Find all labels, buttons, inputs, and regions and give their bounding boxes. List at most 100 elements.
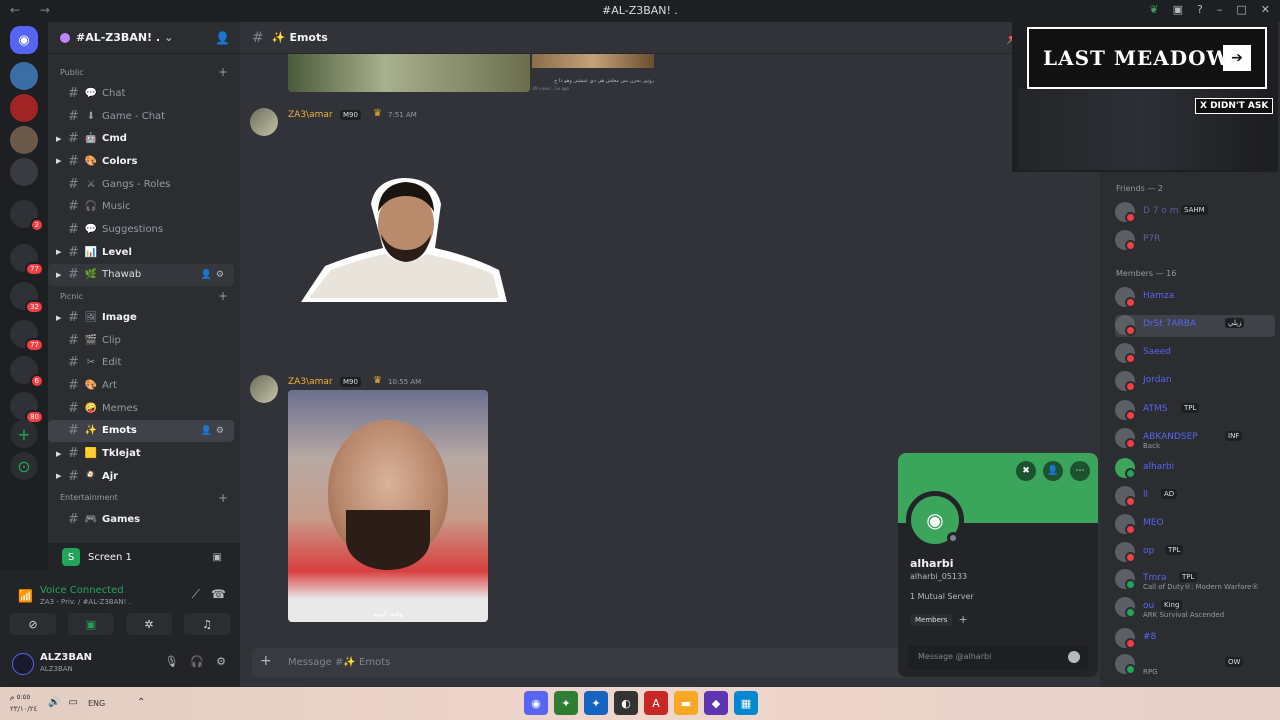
member-item[interactable]: OW RPG (1115, 654, 1275, 676)
inbox-icon[interactable]: ▣ (1173, 3, 1183, 16)
category-public[interactable]: Public + (48, 62, 240, 82)
channel-settings-icon[interactable]: 👤⚙ (201, 426, 228, 436)
server-folder-icon[interactable]: 77 (10, 320, 44, 352)
member-item[interactable]: ll AD (1115, 486, 1275, 508)
channel-tklejat[interactable]: ▶ # 🟨 Tklejat (48, 442, 234, 465)
voice-channel-path[interactable]: ZA3 - Priv. / #AL-Z3BAN! . (40, 598, 131, 606)
channel-emots[interactable]: # ✨ Emots 👤⚙ (48, 419, 234, 443)
channel-art[interactable]: # 🎨 Art (48, 374, 234, 397)
member-item[interactable]: ou King ARK Survival Ascended (1115, 597, 1275, 619)
message-author[interactable]: ZA3\amar (288, 377, 333, 387)
app-icon[interactable]: A (644, 691, 668, 715)
channel-settings-icon[interactable]: 👤⚙ (201, 270, 228, 280)
image-attachment[interactable] (532, 54, 654, 68)
message-input[interactable]: Message #✨ Emots (288, 657, 390, 668)
member-item[interactable]: Jordan (1115, 371, 1275, 393)
game-app-icon[interactable]: ✦ (554, 691, 578, 715)
channel-level[interactable]: ▶ # 📊 Level (48, 241, 234, 264)
explore-icon[interactable]: ⊙ (10, 452, 38, 480)
member-item[interactable]: DrSt 7ARBA زيلي (1115, 315, 1275, 337)
headphones-icon[interactable]: 🎧 (190, 655, 204, 668)
member-item[interactable]: MEO (1115, 514, 1275, 536)
help-icon[interactable]: ? (1197, 3, 1203, 16)
server-icon[interactable] (10, 158, 38, 186)
sticker-image[interactable] (295, 174, 515, 314)
add-server-icon[interactable]: + (10, 420, 38, 448)
emoji-icon[interactable] (1068, 651, 1080, 663)
close-icon[interactable]: ✕ (1261, 3, 1270, 16)
member-item[interactable]: P7R (1115, 230, 1275, 252)
category-picnic[interactable]: Picnic + (48, 286, 240, 306)
server-folder-icon[interactable]: 2 (10, 200, 44, 232)
leaf-icon[interactable]: ❦ (1149, 3, 1158, 16)
screen-share-panel[interactable]: S Screen 1 ▣ (48, 543, 240, 571)
role-badge[interactable]: Members (910, 613, 953, 626)
channel-colors[interactable]: ▶ # 🎨 Colors (48, 150, 234, 173)
server-header[interactable]: #AL-Z3BAN! . ⌄ 👤 (48, 22, 240, 54)
disconnect-icon[interactable]: ☎ (211, 587, 226, 601)
member-item[interactable]: op TPL (1115, 542, 1275, 564)
volume-icon[interactable]: 🔊 (48, 697, 60, 708)
mutual-servers-link[interactable]: 1 Mutual Server (910, 592, 974, 601)
add-user-icon[interactable]: 👤 (215, 31, 230, 45)
avatar[interactable]: ◉ (906, 491, 964, 549)
store-app-icon[interactable]: ▦ (734, 691, 758, 715)
profile-message-input[interactable]: Message @alharbi (908, 645, 1088, 669)
channel-thawab[interactable]: ▶ # 🌿 Thawab 👤⚙ (48, 263, 234, 287)
server-icon[interactable] (10, 126, 38, 154)
member-item[interactable]: ATMS TPL (1115, 400, 1275, 422)
add-channel-icon[interactable]: + (218, 289, 228, 303)
channel-music[interactable]: # 🎧 Music (48, 195, 234, 218)
member-item[interactable]: Hamza (1115, 287, 1275, 309)
server-folder-icon[interactable]: 77 (10, 244, 44, 276)
category-entertainment[interactable]: Entertainment + (48, 488, 240, 508)
server-icon[interactable] (10, 94, 38, 122)
language-indicator[interactable]: ENG (88, 699, 105, 708)
server-folder-icon[interactable]: 80 (10, 392, 44, 424)
channel-cmd[interactable]: ▶ # 🤖 Cmd (48, 127, 234, 150)
more-options-icon[interactable]: ⋯ (1070, 461, 1090, 481)
member-item[interactable]: Tmra TPL Call of Duty®: Modern Warfare® (1115, 569, 1275, 591)
channel-games[interactable]: # 🎮 Games (48, 508, 234, 531)
member-item[interactable]: Saeed (1115, 343, 1275, 365)
member-item[interactable]: D 7 o m SAHM (1115, 202, 1275, 224)
add-channel-icon[interactable]: + (218, 65, 228, 79)
attach-plus-icon[interactable]: + (260, 653, 272, 669)
server-folder-icon[interactable]: 32 (10, 282, 44, 314)
app-icon[interactable]: ◆ (704, 691, 728, 715)
message-author[interactable]: ZA3\amar (288, 110, 333, 120)
channel-suggestions[interactable]: # 💬 Suggestions (48, 218, 234, 241)
game-app-icon[interactable]: ✦ (584, 691, 608, 715)
camera-off-button[interactable]: ⊘ (10, 613, 56, 635)
clock[interactable]: ٥:٥٥ م ٢٣/١٠/٢٤ (10, 691, 37, 715)
soundboard-button[interactable]: ♫ (184, 613, 230, 635)
avatar[interactable] (250, 375, 278, 403)
image-attachment[interactable] (288, 54, 530, 92)
channel-clip[interactable]: # 🎬 Clip (48, 329, 234, 352)
guild-tag-badge[interactable]: M90 (340, 110, 361, 120)
activities-button[interactable]: ✲ (126, 613, 172, 635)
username[interactable]: ALZ3BAN (40, 652, 92, 663)
member-item[interactable]: ABKANDSEP INF Back (1115, 428, 1275, 450)
folder-icon[interactable]: ▬ (674, 691, 698, 715)
channel-game-chat[interactable]: # ⬇ Game - Chat (48, 105, 234, 128)
image-attachment[interactable]: وقت النوم (288, 390, 488, 622)
server-folder-icon[interactable]: 6 (10, 356, 44, 388)
close-preview-icon[interactable]: ▣ (213, 552, 222, 563)
network-icon[interactable]: ▭ (68, 697, 77, 708)
add-friend-icon[interactable]: 👤 (1043, 461, 1063, 481)
microphone-icon[interactable]: 🎙 (164, 655, 178, 668)
server-icon[interactable] (10, 62, 38, 90)
channel-chat[interactable]: # 💬 Chat (48, 82, 234, 105)
add-channel-icon[interactable]: + (218, 491, 228, 505)
gear-icon[interactable]: ⚙ (216, 655, 226, 668)
avatar[interactable] (12, 653, 34, 675)
steam-app-icon[interactable]: ◐ (614, 691, 638, 715)
channel-ajr[interactable]: ▶ # 🍳 Ajr (48, 465, 234, 488)
channel-image[interactable]: ▶ # 🖼 Image (48, 306, 234, 329)
member-item[interactable]: #8 (1115, 628, 1275, 650)
discord-app-icon[interactable]: ◉ (524, 691, 548, 715)
member-item[interactable]: alharbi (1115, 458, 1275, 480)
channel-memes[interactable]: # 🤪 Memes (48, 397, 234, 420)
share-screen-button[interactable]: ▣ (68, 613, 114, 635)
